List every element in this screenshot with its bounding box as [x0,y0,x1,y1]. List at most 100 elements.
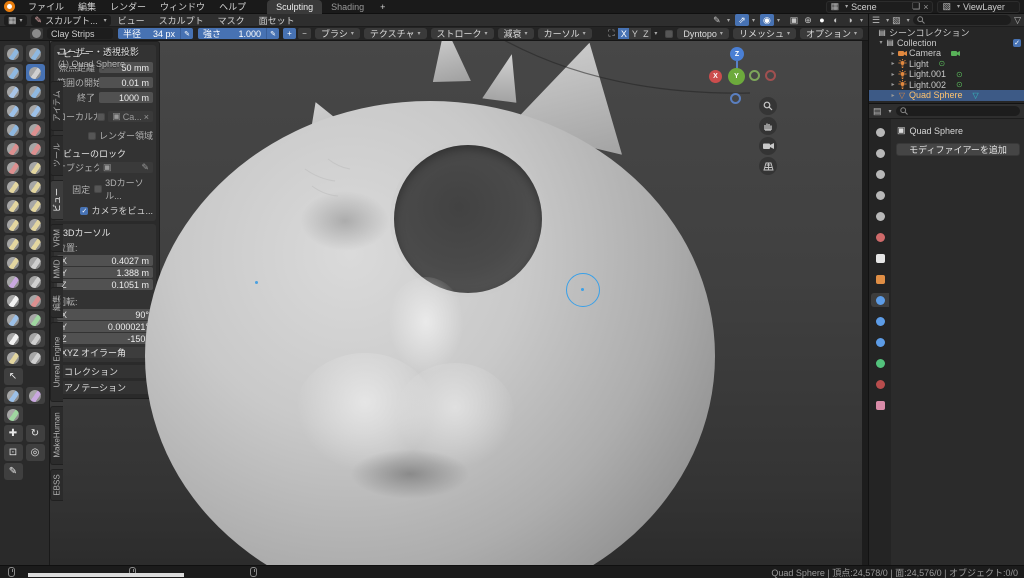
brush-rotate-tool[interactable]: ↻ [26,425,45,442]
properties-tab-particles[interactable] [871,314,889,328]
show-overlays-icon[interactable]: ⊕ [801,14,815,26]
brush-cloth[interactable] [4,273,23,290]
brush-nudge[interactable] [4,235,23,252]
dyntopo-dropdown[interactable]: Dyntopo▾ [677,28,729,39]
cursor-rotation-x-field[interactable]: X90° [57,309,153,320]
brush-move[interactable]: ✚ [4,425,23,442]
brush-draw-face-sets[interactable] [26,292,45,309]
cursor-location-z-field[interactable]: Z0.1051 m [57,279,153,290]
outliner-item-quad sphere[interactable]: ▸▽Quad Sphere▽ [869,90,1024,101]
brush-scrape[interactable] [4,159,23,176]
outliner-scene-collection[interactable]: ▤シーンコレクション [869,27,1024,38]
filter-type-icon[interactable]: ▧ [892,15,901,26]
brush-color-filter[interactable] [4,349,23,366]
workspace-tab-sculpting[interactable]: Sculpting [267,0,322,14]
outliner-item-light.001[interactable]: ▸Light.001⊙ [869,69,1024,80]
radius-pressure-icon[interactable]: ✎ [180,28,193,39]
properties-search-input[interactable] [896,106,1020,116]
brush-snake-hook[interactable] [26,197,45,214]
properties-tab-collection[interactable] [871,251,889,265]
camera-view-icon[interactable] [759,137,777,155]
axis-x-handle[interactable]: X [709,70,722,83]
shading-rendered-icon[interactable]: ◑ [843,14,857,26]
dropdown-ストローク[interactable]: ストローク▾ [431,28,494,39]
dropdown-テクスチャ[interactable]: テクスチャ▾ [364,28,427,39]
properties-tab-view-layer[interactable] [871,188,889,202]
brush-multiplane-scrape[interactable] [26,159,45,176]
brush-simplify[interactable] [26,273,45,290]
brush-pinch[interactable] [4,178,23,195]
brush-flatten[interactable] [4,140,23,157]
properties-tab-tool[interactable] [871,125,889,139]
menu-ウィンドウ[interactable]: ウィンドウ [153,0,212,13]
brush-smear[interactable] [26,330,45,347]
outliner-item-light.002[interactable]: ▸Light.002⊙ [869,80,1024,91]
brush-rotate[interactable] [26,235,45,252]
menu-編集[interactable]: 編集 [71,0,103,13]
vp-menu-ビュー[interactable]: ビュー [111,14,152,27]
brush-mask-by-color[interactable]: ↖ [4,368,23,385]
sidebar-tab-アイテム[interactable]: アイテム [50,81,63,131]
vp-menu-スカルプト[interactable]: スカルプト [152,14,211,27]
panel-アノテーション[interactable]: ▸アノテーション [54,381,156,394]
symmetry-z-toggle[interactable]: Z [640,28,651,39]
brush-grab[interactable] [26,178,45,195]
properties-tab-object-data[interactable] [871,356,889,370]
rotation-mode-dropdown[interactable]: XYZ オイラー角 ▾ [57,347,153,358]
brush-clay-thumb[interactable] [4,83,23,100]
vp-menu-マスク[interactable]: マスク [211,14,252,27]
sidebar-tab-VRM[interactable]: VRM [50,224,63,252]
outliner-collection[interactable]: ▾▤Collection✓ [869,38,1024,49]
add-workspace-button[interactable]: + [373,2,392,12]
mode-selector[interactable]: ✎ スカルプト...▾ [31,15,111,26]
brush-datablock[interactable]: Clay Strips [47,28,113,39]
brush-clay[interactable] [4,64,23,81]
add-brush-button[interactable]: + [283,28,296,39]
properties-tab-render[interactable] [871,146,889,160]
axis-z-handle[interactable]: Z [730,47,744,61]
brush-draw[interactable] [4,45,23,62]
brush-slide-relax[interactable] [4,254,23,271]
axis-y-neg-handle[interactable] [749,70,760,81]
brush-multires-displacement-smear[interactable] [26,311,45,328]
brush-box-hide[interactable] [26,387,45,404]
brush-preview-icon[interactable] [30,28,43,39]
axis-y-handle[interactable]: Y [728,68,745,85]
dropdown-ブラシ[interactable]: ブラシ▾ [315,28,360,39]
sidebar-tab-編集[interactable]: 編集 [50,287,63,318]
dropdown-減衰[interactable]: 減衰▾ [498,28,534,39]
properties-tab-output[interactable] [871,167,889,181]
cursor-rotation-z-field[interactable]: Z-150° [57,333,153,344]
brush-edit-face-set[interactable] [26,349,45,366]
symmetry-y-toggle[interactable]: Y [629,28,640,39]
navigation-gizmo[interactable]: Z X Y [705,45,789,165]
menu-レンダー[interactable]: レンダー [103,0,153,13]
collection-checkbox-icon[interactable]: ✓ [1013,39,1021,47]
brush-box-mask[interactable] [4,387,23,404]
axis-x-neg-handle[interactable] [765,70,776,81]
filter-funnel-icon[interactable]: ▽ [1014,15,1021,26]
axis-z-neg-handle[interactable] [730,93,741,104]
brush-annotate[interactable]: ✎ [4,463,23,480]
properties-tab-scene[interactable] [871,209,889,223]
properties-tab-physics[interactable] [871,335,889,349]
brush-elastic-deform[interactable] [4,197,23,214]
radius-slider[interactable]: 半径34 px [118,28,180,39]
brush-smooth[interactable] [26,121,45,138]
brush-fill[interactable] [26,140,45,157]
brush-paint[interactable] [4,330,23,347]
sidebar-tab-MMD[interactable]: MMD [50,256,63,284]
brush-crease[interactable] [4,121,23,138]
display-mode-icon[interactable]: ☰ [872,15,880,26]
outliner-item-light[interactable]: ▸Light⊙ [869,59,1024,70]
add-modifier-button[interactable]: モディファイアーを追加 [896,143,1020,156]
menu-ヘルプ[interactable]: ヘルプ [212,0,253,13]
properties-tab-modifiers[interactable] [871,293,889,307]
sidebar-tab-ツール[interactable]: ツール [50,135,63,176]
brush-transform[interactable]: ◎ [26,444,45,461]
sidebar-tab-EBSS[interactable]: EBSS [50,469,63,502]
sidebar-tab-Unreal Engine[interactable]: Unreal Engine [50,322,63,402]
sidebar-tab-ビュー[interactable]: ビュー [50,180,63,221]
shading-solid-icon[interactable]: ● [815,14,829,26]
brush-inflate[interactable] [4,102,23,119]
